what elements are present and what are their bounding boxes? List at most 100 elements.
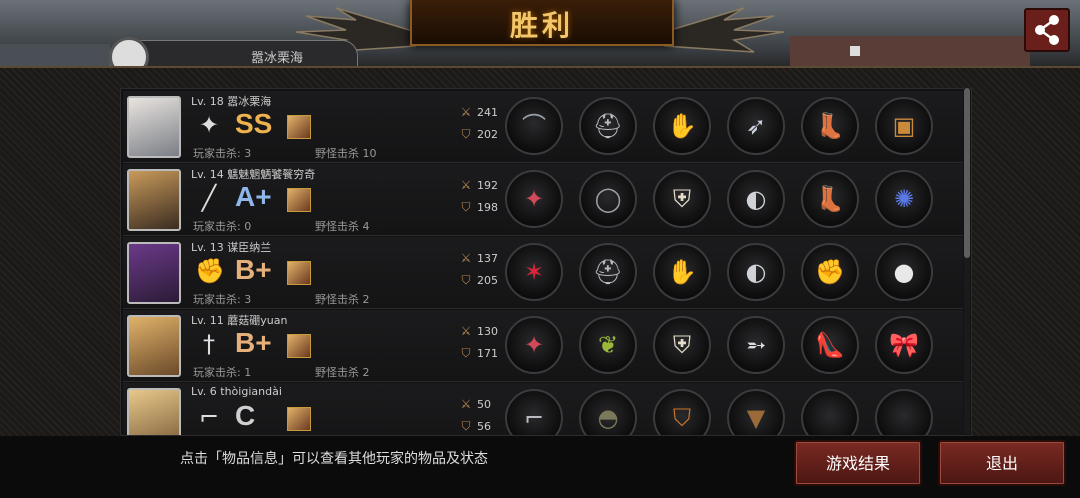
attack-stat: ⚔ 137 [459,251,498,265]
player-kills: 玩家击杀: 1 [193,366,252,379]
exit-button[interactable]: 退出 [938,440,1066,486]
shuriken-icon: ✦ [198,111,220,139]
player-results-list[interactable]: Lv. 18 嚣冰栗海 ✦ SS 玩家击杀: 3 野怪击杀 10 ⚔ 241 ⛉ 202 ⌒ ⛑ ✋ ➶… [120,88,972,436]
attack-value: 192 [477,179,498,192]
character-avatar-icon [287,407,311,431]
shield-icon: ⛉ [461,200,471,214]
item-slot[interactable]: ❦ [579,316,637,374]
defense-stat: ⛉ 171 [459,346,498,361]
boomerang-icon: ⌒ [522,112,546,140]
blade-icon: ➵ [745,331,767,359]
crossed-swords-icon: ⚔ [460,178,472,192]
treasure-chest-icon: ▣ [892,112,916,140]
grade-badge: B+ [235,327,272,358]
jacket-icon: ⛉ [673,404,691,432]
rapier-icon: † [203,330,215,358]
title-banner: 胜利 [410,0,674,46]
helmet-icon: ⛑ [592,112,624,140]
crossed-swords-icon: ⚔ [460,251,472,265]
item-slot[interactable] [875,389,933,435]
item-slot[interactable]: 🎀 [875,316,933,374]
item-slot[interactable]: 👢 [801,170,859,228]
attack-value: 137 [477,252,498,265]
item-slot[interactable]: ⛑ [579,243,637,301]
player-portrait[interactable] [127,315,181,377]
boots-icon: 👢 [815,185,845,213]
defense-value: 202 [477,128,498,141]
item-slot[interactable]: ▼ [727,389,785,435]
item-slot[interactable]: 👠 [801,316,859,374]
hint-text: 点击「物品信息」可以查看其他玩家的物品及状态 [180,451,488,467]
disc-icon: ◐ [745,185,767,213]
item-slot[interactable]: ▣ [875,97,933,155]
laurel-wreath-icon: ❦ [597,331,619,359]
item-slot[interactable]: ✺ [875,170,933,228]
item-slot[interactable]: ⛨ [653,316,711,374]
fish-blade-icon: ➶ [745,112,767,140]
item-slot[interactable]: ◯ [579,170,637,228]
spear-icon: ✦ [523,185,545,213]
orb-icon: ● [893,258,915,286]
item-slot[interactable]: ◓ [579,389,637,435]
player-kills: 玩家击杀: 3 [193,293,252,306]
item-slot[interactable]: ✦ [505,170,563,228]
player-portrait[interactable] [127,96,181,158]
item-slot[interactable]: ⛑ [579,97,637,155]
defense-stat: ⛉ 198 [459,200,498,215]
item-slot[interactable]: ✋ [653,97,711,155]
character-avatar-icon [287,261,311,285]
player-portrait[interactable] [127,169,181,231]
player-row[interactable]: Lv. 13 谋臣纳兰 ✊ B+ 玩家击杀: 3 野怪击杀 2 ⚔ 137 ⛉ 205 ✶ ⛑ ✋ ◐ ✊… [123,237,963,309]
player-kills: 玩家击杀: 3 [193,147,252,160]
defense-stat: ⛉ 56 [459,419,491,434]
item-slot[interactable]: ⛉ [653,389,711,435]
defense-value: 205 [477,274,498,287]
armor-icon: ⛨ [673,331,691,359]
item-slot[interactable]: ⛨ [653,170,711,228]
player-row[interactable]: Lv. 18 嚣冰栗海 ✦ SS 玩家击杀: 3 野怪击杀 10 ⚔ 241 ⛉ 202 ⌒ ⛑ ✋ ➶… [123,91,963,163]
item-slot[interactable] [801,389,859,435]
item-slot[interactable]: ◐ [727,243,785,301]
player-portrait[interactable] [127,242,181,304]
share-button[interactable] [1024,8,1070,52]
defense-value: 56 [477,420,491,433]
crossed-swords-icon: ⚔ [460,324,472,338]
victory-title: 胜利 [509,9,574,42]
item-slot[interactable]: ✋ [653,243,711,301]
monster-kills: 野怪击杀 10 [315,147,377,160]
item-slot[interactable]: ⌒ [505,97,563,155]
player-portrait[interactable] [127,388,181,435]
item-slot[interactable]: ✶ [505,243,563,301]
defense-stat: ⛉ 202 [459,127,498,142]
item-slot[interactable]: ✦ [505,316,563,374]
character-avatar-icon [287,334,311,358]
item-slot[interactable]: ✊ [801,243,859,301]
item-slot[interactable]: ⌐ [505,389,563,435]
item-slot[interactable]: ◐ [727,170,785,228]
right-wing-decoration [664,7,784,53]
defense-stat: ⛉ 205 [459,273,498,288]
galaxy-icon: ✺ [893,185,915,213]
ring-icon: ◯ [594,185,622,213]
shield-icon: ⛉ [461,273,471,287]
player-row[interactable]: Lv. 6 thòigiandài ⌐ C ⚔ 50 ⛉ 56 ⌐ ◓ ⛉ ▼ [123,383,963,435]
empty-slot [877,391,931,435]
crossed-swords-icon: ⚔ [460,105,472,119]
fire-glove-icon: ✋ [667,258,697,286]
item-slot[interactable]: ● [875,243,933,301]
item-slot[interactable]: ➵ [727,316,785,374]
game-results-button[interactable]: 游戏结果 [794,440,922,486]
scrollbar-thumb[interactable] [964,88,970,258]
player-row[interactable]: Lv. 14 魑魅魍魉饕餮穷奇 ╱ A+ 玩家击杀: 0 野怪击杀 4 ⚔ 192 ⛉ 198 ✦… [123,164,963,236]
attack-value: 50 [477,398,491,411]
player-row[interactable]: Lv. 11 蘑菇硼yuan † B+ 玩家击杀: 1 野怪击杀 2 ⚔ 130 ⛉ 171 ✦ ❦… [123,310,963,382]
crossed-swords-icon: ⚔ [460,397,472,411]
attack-value: 241 [477,106,498,119]
scrollbar[interactable] [964,88,970,434]
red-heels-icon: 👠 [815,331,845,359]
armor-icon: ⛨ [673,185,691,213]
grade-badge: B+ [235,254,272,285]
item-slot[interactable]: 👢 [801,97,859,155]
pistol-icon: ⌐ [523,404,545,432]
item-slot[interactable]: ➶ [727,97,785,155]
